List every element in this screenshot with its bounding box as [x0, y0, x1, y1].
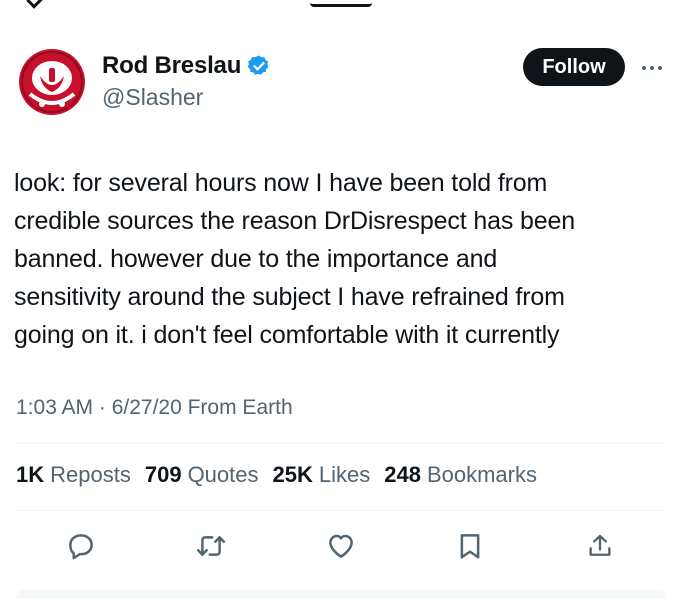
- tweet-header: Rod Breslau @Slasher Follow: [16, 44, 664, 124]
- divider: [16, 443, 666, 444]
- stat-quotes[interactable]: 709 Quotes: [145, 462, 259, 488]
- stat-value: 25K: [272, 462, 313, 487]
- stat-label: Bookmarks: [426, 462, 537, 487]
- stat-value: 1K: [16, 462, 45, 487]
- display-name[interactable]: Rod Breslau: [102, 52, 241, 80]
- stat-label: Likes: [318, 462, 371, 487]
- avatar-logo-icon: [16, 46, 88, 118]
- back-arrow-icon[interactable]: [26, 0, 45, 9]
- top-navigation-bar: [0, 0, 680, 9]
- more-icon[interactable]: [640, 58, 664, 78]
- like-icon[interactable]: [325, 530, 357, 562]
- avatar[interactable]: [16, 46, 88, 118]
- reply-icon[interactable]: [65, 530, 97, 562]
- stat-value: 709: [144, 462, 182, 487]
- stat-bookmarks[interactable]: 248 Bookmarks: [384, 462, 537, 488]
- tweet-text: look: for several hours now I have been …: [14, 169, 575, 349]
- stat-likes[interactable]: 25K Likes: [273, 462, 371, 488]
- tweet-timestamp[interactable]: 1:03 AM · 6/27/20 From Earth: [16, 396, 293, 420]
- stat-reposts[interactable]: 1K Reposts: [16, 462, 131, 488]
- handle[interactable]: @Slasher: [102, 84, 271, 111]
- next-section-edge: [16, 590, 666, 599]
- share-icon[interactable]: [584, 530, 616, 562]
- action-bar: [0, 526, 680, 566]
- author-info: Rod Breslau @Slasher: [102, 52, 271, 111]
- engagement-stats: 1K Reposts 709 Quotes 25K Likes 248 Book…: [16, 462, 537, 488]
- verified-badge-icon[interactable]: [247, 54, 271, 78]
- page-title-cropped: [310, 0, 372, 7]
- display-name-row: Rod Breslau: [102, 52, 271, 80]
- stat-value: 248: [384, 462, 421, 487]
- stat-label: Reposts: [50, 462, 131, 487]
- divider: [16, 510, 666, 511]
- repost-icon[interactable]: [195, 530, 227, 562]
- follow-button[interactable]: Follow: [523, 48, 625, 86]
- bookmark-icon[interactable]: [454, 530, 486, 562]
- stat-label: Quotes: [187, 462, 259, 487]
